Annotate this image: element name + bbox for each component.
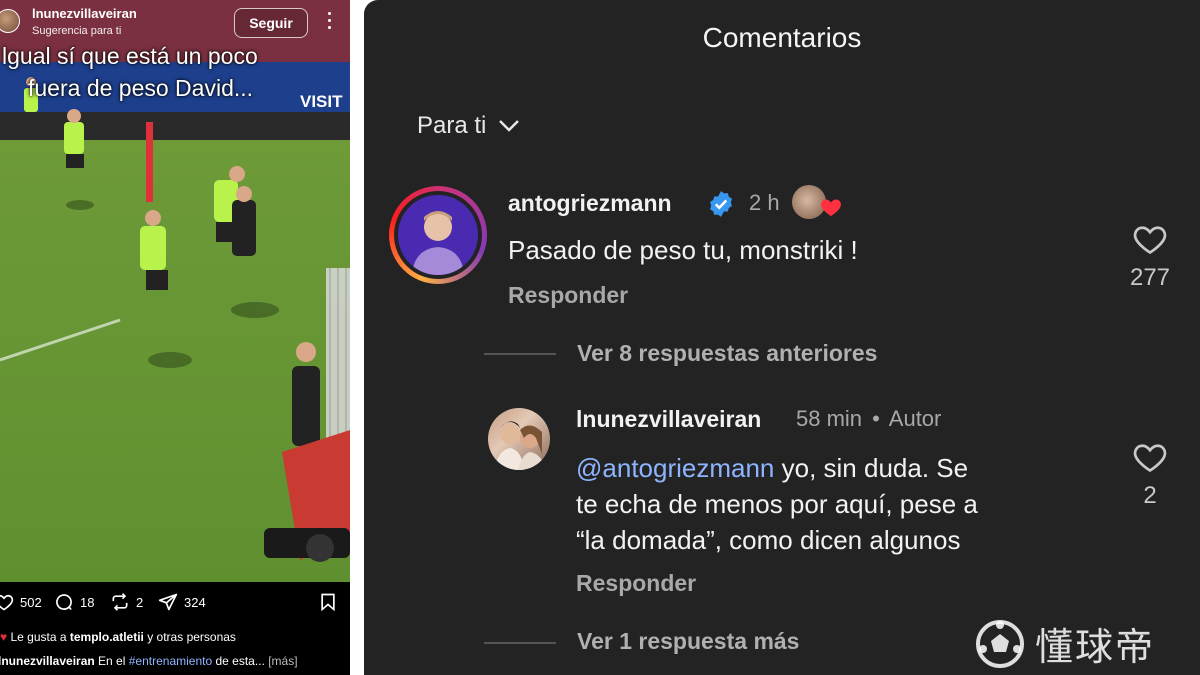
heart-icon bbox=[1133, 444, 1167, 473]
post-suggestion-label: Sugerencia para ti bbox=[32, 25, 122, 37]
liked-by-prefix: Le gusta a bbox=[10, 630, 67, 644]
verified-icon bbox=[710, 191, 732, 217]
repost-action[interactable]: 2 bbox=[110, 592, 143, 612]
comment-time: 58 min • Autor bbox=[796, 406, 941, 432]
liked-by-line: ♥ Le gusta a templo.atletii y otras pers… bbox=[0, 630, 350, 644]
watermark: 懂球帝 bbox=[975, 616, 1155, 671]
repost-count: 2 bbox=[136, 594, 144, 610]
author-badge: Autor bbox=[888, 406, 942, 431]
post-username[interactable]: lnunezvillaveiran bbox=[32, 6, 137, 21]
banner-text: VISIT bbox=[300, 92, 343, 111]
post-avatar[interactable] bbox=[0, 9, 20, 33]
view-more-replies[interactable]: Ver 1 respuesta más bbox=[577, 628, 799, 655]
mention-link[interactable]: @antogriezmann bbox=[576, 453, 774, 483]
heart-icon bbox=[821, 199, 841, 216]
separator-dot: • bbox=[872, 406, 880, 431]
heart-icon bbox=[0, 594, 14, 611]
share-count: 324 bbox=[184, 594, 206, 610]
caption-text: En el bbox=[98, 654, 126, 668]
caption-rest: de esta... bbox=[215, 654, 265, 668]
post-overlay-line-1: lgual sí que está un poco bbox=[2, 43, 258, 69]
reply-button[interactable]: Responder bbox=[508, 282, 628, 309]
football-icon bbox=[976, 619, 1024, 668]
comment-like[interactable]: 277 bbox=[1120, 222, 1180, 292]
post-panel: lgual sí que está un poco fuera de peso … bbox=[0, 0, 350, 675]
post-header: lnunezvillaveiran Sugerencia para ti Seg… bbox=[0, 0, 350, 44]
caption-more-link[interactable]: [más] bbox=[268, 654, 297, 668]
watermark-text: 懂球帝 bbox=[1035, 627, 1156, 669]
heart-icon: ♥ bbox=[0, 630, 8, 644]
like-count: 502 bbox=[20, 594, 42, 610]
more-icon[interactable] bbox=[322, 8, 336, 36]
thread-divider bbox=[484, 353, 556, 355]
caption-username[interactable]: lnunezvillaveiran bbox=[0, 654, 95, 668]
post-action-bar: 502 18 2 324 bbox=[0, 588, 350, 622]
heart-icon bbox=[1133, 226, 1167, 255]
bookmark-icon bbox=[321, 593, 335, 612]
sort-label: Para ti bbox=[417, 112, 487, 139]
comment-text-line-2: te echa de menos por aquí, pese a bbox=[576, 489, 978, 519]
avatar[interactable] bbox=[488, 408, 550, 470]
view-previous-replies[interactable]: Ver 8 respuestas anteriores bbox=[577, 340, 877, 367]
post-caption: lnunezvillaveiran En el #entrenamiento d… bbox=[0, 654, 350, 668]
caption-hashtag[interactable]: #entrenamiento bbox=[129, 654, 212, 668]
comment-text: Pasado de peso tu, monstriki ! bbox=[508, 235, 858, 265]
repost-icon bbox=[112, 593, 128, 611]
sort-dropdown[interactable]: Para ti bbox=[417, 112, 520, 140]
comment-username[interactable]: lnunezvillaveiran bbox=[576, 406, 761, 433]
comment-like[interactable]: 2 bbox=[1120, 440, 1180, 510]
comment-action[interactable]: 18 bbox=[54, 592, 94, 612]
comment-count: 18 bbox=[80, 594, 95, 610]
comment-text: @antogriezmann yo, sin duda. Se te echa … bbox=[576, 450, 1096, 558]
follow-button[interactable]: Seguir bbox=[234, 8, 308, 38]
post-overlay-line-2: fuera de peso David... bbox=[28, 75, 254, 101]
reply-button[interactable]: Responder bbox=[576, 570, 696, 597]
comment-text-line-1: yo, sin duda. Se bbox=[774, 453, 969, 483]
comments-panel: Comentarios Para ti antogriezmann 2 h Pa… bbox=[364, 0, 1200, 675]
thread-divider bbox=[484, 642, 556, 644]
comment-text-line-3: “la domada”, como dicen algunos bbox=[576, 525, 961, 555]
comments-title: Comentarios bbox=[702, 22, 862, 53]
comment-like-count: 277 bbox=[1129, 264, 1171, 291]
comment-icon bbox=[56, 594, 72, 611]
liked-by-suffix: y otras personas bbox=[147, 630, 236, 644]
comment-username[interactable]: antogriezmann bbox=[508, 190, 672, 217]
chevron-down-icon bbox=[499, 120, 520, 132]
save-action[interactable] bbox=[318, 592, 338, 612]
comment-like-count: 2 bbox=[1143, 482, 1157, 509]
comment-time: 2 h bbox=[749, 190, 780, 215]
comment-time-value: 58 min bbox=[796, 406, 863, 431]
like-action[interactable]: 502 bbox=[0, 592, 42, 612]
liked-by-user[interactable]: templo.atletii bbox=[70, 630, 144, 644]
share-icon bbox=[158, 593, 178, 611]
share-action[interactable]: 324 bbox=[158, 592, 206, 612]
avatar[interactable] bbox=[389, 186, 487, 284]
